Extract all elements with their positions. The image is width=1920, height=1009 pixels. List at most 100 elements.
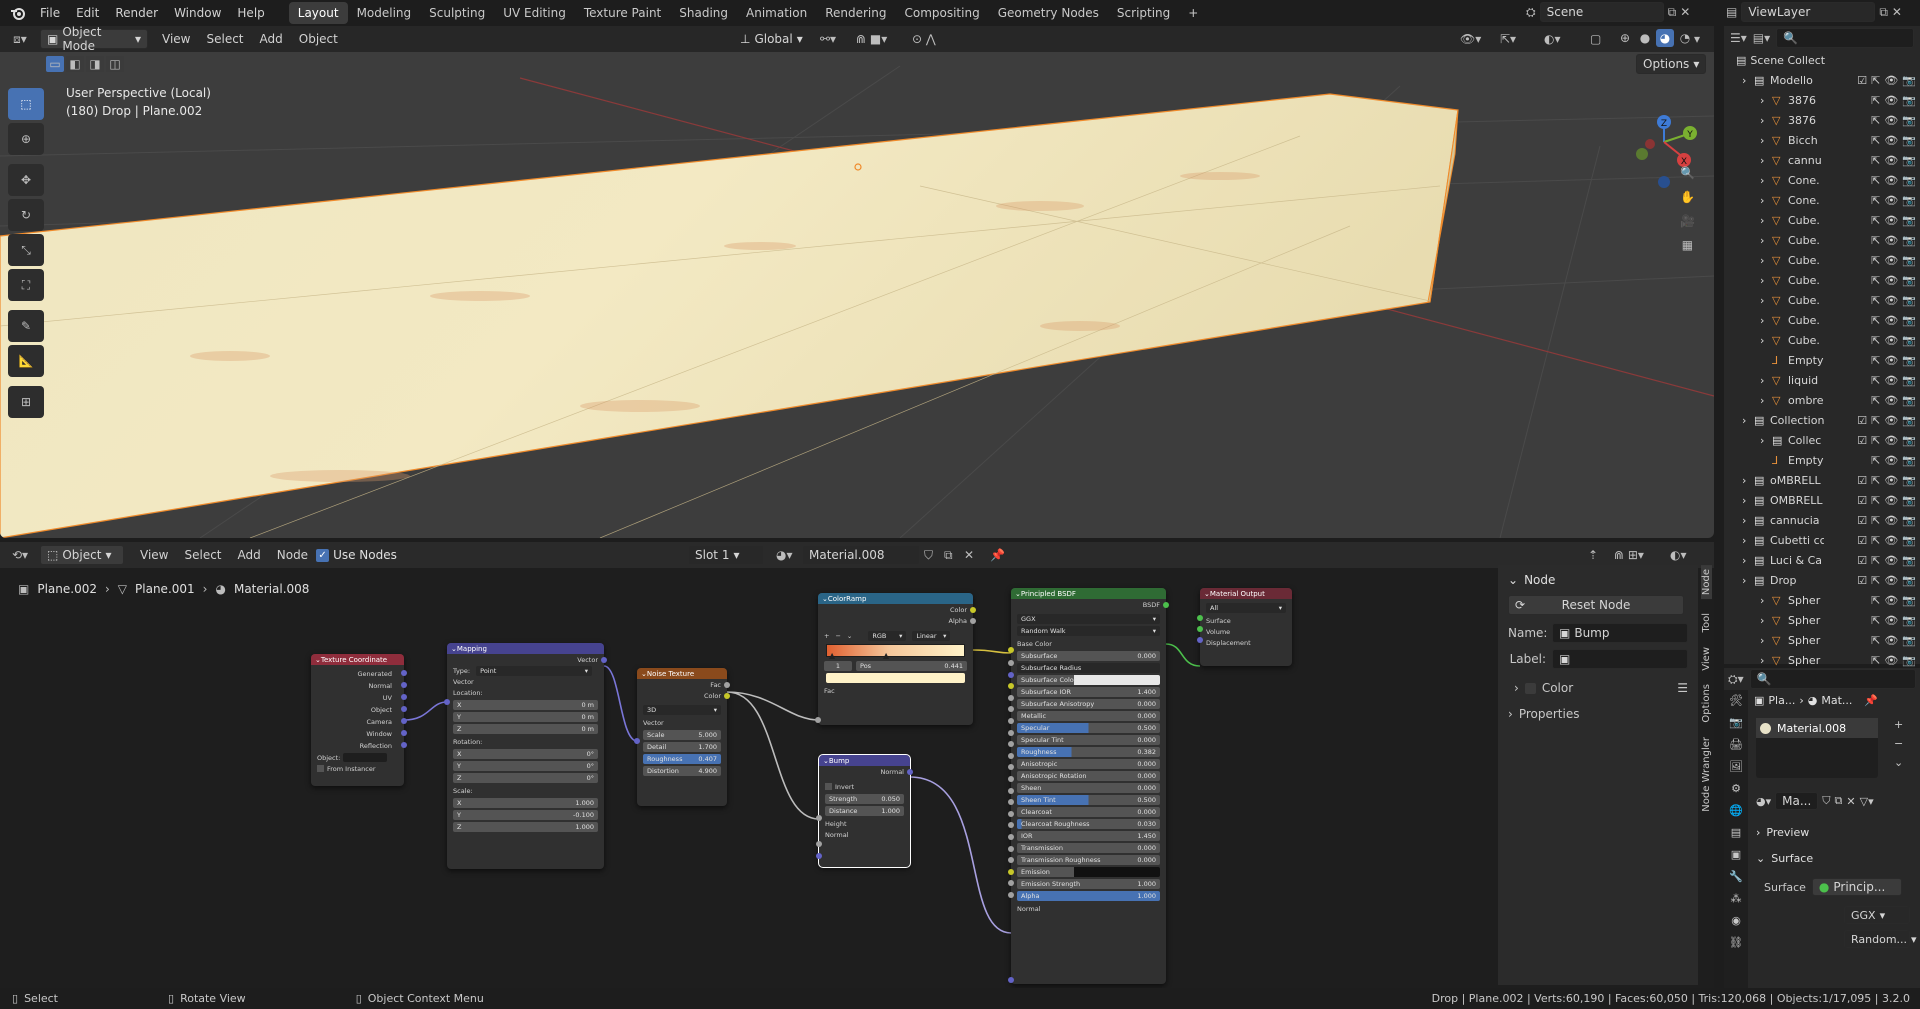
expand-arrow-icon[interactable]: › [1760,394,1772,407]
socket-displacement-in[interactable] [1197,637,1203,643]
expand-arrow-icon[interactable]: › [1742,494,1754,507]
eye-icon[interactable]: 👁 [1884,214,1898,227]
overlays-icon[interactable]: ◐▾ [1544,32,1561,46]
view-layer-field[interactable]: ViewLayer [1741,2,1876,22]
material-slot-item[interactable]: Material.008 [1756,718,1878,738]
eye-icon[interactable]: 👁 [1884,634,1898,647]
camera-icon[interactable]: 📷 [1902,214,1916,227]
eye-icon[interactable]: 👁 [1884,474,1898,487]
eye-icon[interactable]: 👁 [1884,354,1898,367]
select-icon[interactable]: ⇱ [1871,594,1880,607]
color-ramp-bar[interactable]: ▲ ▲ [826,644,965,660]
menu-edit[interactable]: Edit [68,6,107,20]
eye-icon[interactable]: 👁 [1884,454,1898,467]
outliner-item[interactable]: › ▤ cannucia ☑ ⇱ 👁 📷 [1724,510,1920,530]
eye-icon[interactable]: 👁 [1884,314,1898,327]
outliner-item[interactable]: › ▽ 3876 ⇱ 👁 📷 [1724,90,1920,110]
scale-tool[interactable]: ⤡ [8,234,44,266]
location-z-field[interactable]: Z0 m [453,724,598,734]
camera-view-icon[interactable]: 🎥 [1680,214,1695,228]
new-scene-icon[interactable]: ⧉ [1668,5,1677,20]
bsdf-field[interactable]: Subsurface Anisotropy 0.000 [1017,699,1160,709]
tab-geometry-nodes[interactable]: Geometry Nodes [989,2,1108,24]
camera-icon[interactable]: 📷 [1902,554,1916,567]
camera-icon[interactable]: 📷 [1902,374,1916,387]
stop-color-swatch[interactable] [826,673,965,683]
display-mode-icon[interactable]: ▤▾ [1753,31,1770,45]
eye-icon[interactable]: 👁 [1884,294,1898,307]
socket-volume-in[interactable] [1197,626,1203,632]
node-overlay-icon[interactable]: ◐▾ [1670,548,1687,562]
material-shading-icon[interactable]: ◕ [1656,29,1674,47]
camera-icon[interactable]: 📷 [1902,454,1916,467]
tab-compositing[interactable]: Compositing [895,2,988,24]
eye-icon[interactable]: 👁 [1884,494,1898,507]
select-icon[interactable]: ⇱ [1871,654,1880,667]
node-material-output[interactable]: ⌄ Material Output All ▾ Surface Volume Di… [1197,588,1292,666]
select-new-icon[interactable]: ▭ [46,56,64,72]
camera-icon[interactable]: 📷 [1902,334,1916,347]
eye-icon[interactable]: 👁 [1884,74,1898,87]
remove-view-layer-icon[interactable]: ✕ [1892,5,1902,19]
eye-icon[interactable]: 👁 [1884,334,1898,347]
socket-reflection[interactable] [401,742,407,748]
expand-arrow-icon[interactable]: › [1760,654,1772,667]
tab-node[interactable]: Node [1700,565,1712,600]
eye-icon[interactable]: 👁 [1884,574,1898,587]
mapping-type-dropdown[interactable]: Point ▾ [476,665,592,676]
particles-tab-icon[interactable]: ⁂ [1731,892,1742,905]
eye-icon[interactable]: 👁 [1884,234,1898,247]
node-section-header[interactable]: ⌄ Node [1498,565,1698,595]
outliner-item[interactable]: ⅃ Empty ⇱ 👁 📷 [1724,450,1920,470]
menu-window[interactable]: Window [166,6,229,20]
annotate-tool[interactable]: ✎ [8,310,44,342]
select-icon[interactable]: ⇱ [1871,494,1880,507]
eye-icon[interactable]: 👁 [1884,154,1898,167]
bsdf-input-socket[interactable] [1008,729,1014,736]
shading-options-icon[interactable]: ▾ [1694,32,1700,46]
rotation-x-field[interactable]: X 0° [453,749,598,759]
bsdf-field[interactable]: Metallic 0.000 [1017,711,1160,721]
props-distribution-dropdown[interactable]: GGX ▾ [1844,906,1910,924]
ramp-stop-marker[interactable]: ▲ [829,651,835,660]
outliner-item[interactable]: › ▤ Luci & Ca ☑ ⇱ 👁 📷 [1724,550,1920,570]
fake-user-icon[interactable]: ⛉ [1822,794,1830,808]
bsdf-field[interactable]: Transmission Roughness 0.000 [1017,855,1160,865]
scale-y-field[interactable]: Y -0.100 [453,810,598,820]
camera-icon[interactable]: 📷 [1902,394,1916,407]
noise-scale-field[interactable]: Scale 5.000 [643,730,721,740]
scene-selector[interactable]: ⛭ Scene ⧉ ✕ [1526,2,1690,22]
remove-slot-icon[interactable]: − [1894,737,1903,750]
select-icon[interactable]: ⇱ [1871,334,1880,347]
pan-hand-icon[interactable]: ✋ [1680,190,1695,204]
select-icon[interactable]: ⇱ [1871,414,1880,427]
exclude-checkbox-icon[interactable]: ☑ [1857,514,1867,527]
socket-normal-out[interactable] [907,769,913,775]
bsdf-input-socket[interactable] [1008,718,1014,724]
bsdf-field[interactable]: Specular Tint 0.000 [1017,735,1160,745]
camera-icon[interactable]: 📷 [1902,654,1916,667]
socket-color-out[interactable] [970,607,976,613]
socket-fac-in[interactable] [815,717,821,723]
select-icon[interactable]: ⇱ [1871,154,1880,167]
add-stop-button[interactable]: + [824,632,829,640]
socket-height-in[interactable] [816,841,822,847]
tab-options[interactable]: Options [1701,684,1712,723]
node-name-field[interactable]: ▣ Bump [1552,623,1688,643]
eye-icon[interactable]: 👁 [1884,534,1898,547]
node-colorramp[interactable]: ⌄ ColorRamp Color Alpha + − ⌄ RGB ▾ Linea… [815,593,976,725]
eye-icon[interactable]: 👁 [1884,374,1898,387]
outliner-item[interactable]: › ▽ Cone. ⇱ 👁 📷 [1724,190,1920,210]
camera-icon[interactable]: 📷 [1902,74,1916,87]
reset-node-button[interactable]: ⟳ Reset Node [1508,595,1684,615]
expand-arrow-icon[interactable]: › [1742,74,1754,87]
bsdf-input-socket[interactable] [1008,671,1014,678]
menu-file[interactable]: File [32,6,68,20]
camera-icon[interactable]: 📷 [1902,114,1916,127]
eye-icon[interactable]: 👁 [1884,414,1898,427]
blender-logo-icon[interactable] [4,6,32,20]
outliner[interactable]: ☰▾ ▤▾ 🔍 ▤ Scene Collect › ▤ Modello ☑ ⇱ 👁 📷 › ▽ 38… [1724,26,1920,667]
camera-icon[interactable]: 📷 [1902,534,1916,547]
exclude-checkbox-icon[interactable]: ☑ [1857,434,1867,447]
transform-tool[interactable]: ⛶ [8,269,44,301]
